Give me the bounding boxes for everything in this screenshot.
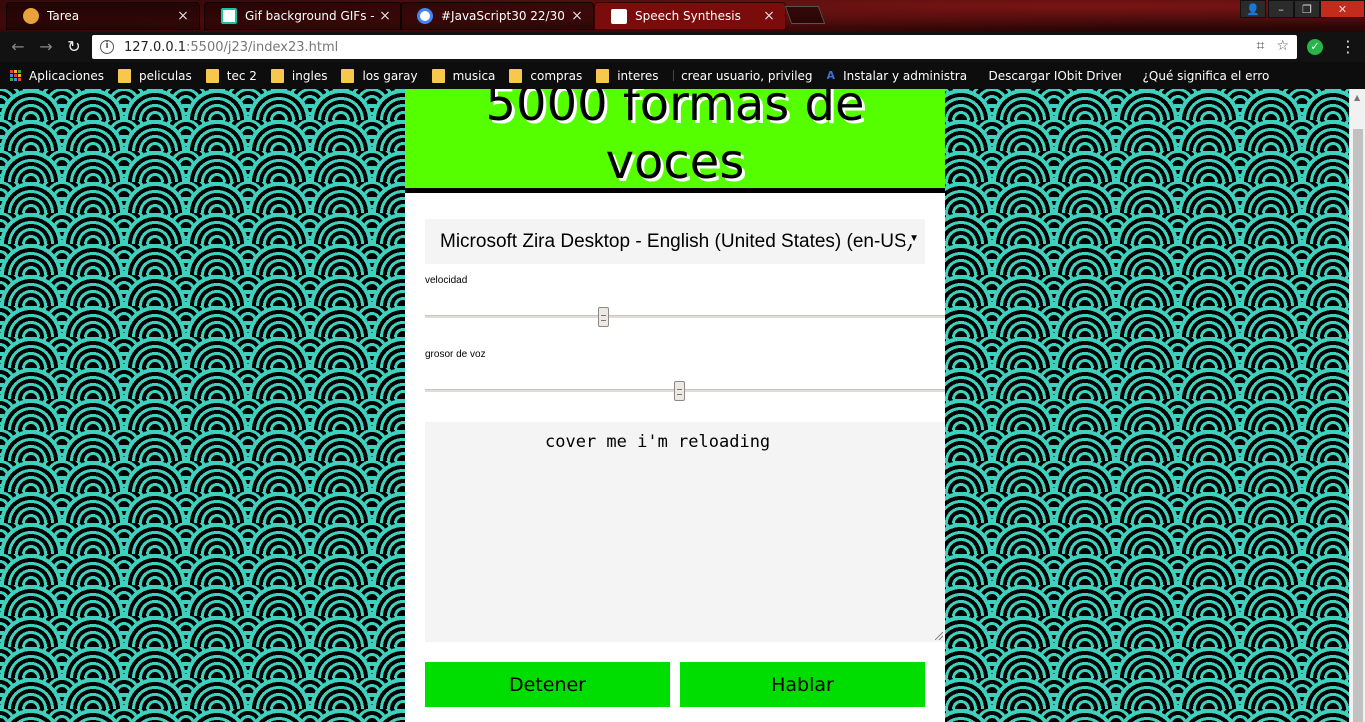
pitch-slider-thumb[interactable]: [674, 381, 685, 401]
bookmark-crear-usuario[interactable]: crear usuario, privileg: [672, 68, 813, 83]
folder-icon: [270, 68, 284, 83]
folder-icon: [596, 68, 610, 83]
page-scrollbar[interactable]: ▲: [1349, 89, 1365, 722]
close-tab-icon[interactable]: ×: [569, 8, 585, 24]
browser-toolbar: ← → ↻ i 127.0.0.1:5500/j23/index23.html …: [0, 32, 1365, 62]
tab-title: Gif background GIFs - Fin: [245, 9, 377, 23]
close-tab-icon[interactable]: ×: [377, 8, 393, 24]
folder-icon: [341, 68, 355, 83]
document-icon: [611, 8, 627, 24]
bookmark-musica[interactable]: musica: [431, 68, 496, 83]
site-icon: A: [826, 68, 836, 82]
page-icon: [221, 8, 237, 24]
voice-select-value: Microsoft Zira Desktop - English (United…: [440, 230, 914, 252]
scrollbar-thumb[interactable]: [1353, 129, 1363, 722]
rate-label: velocidad: [425, 275, 468, 286]
resize-grip-icon[interactable]: [935, 632, 943, 640]
extension-check-icon[interactable]: ✓: [1307, 39, 1323, 55]
bookmark-label: Instalar y administrar: [843, 68, 967, 83]
bookmark-label: los garay: [362, 68, 418, 83]
bookmark-que-significa[interactable]: ¿Qué significa el error: [1135, 69, 1270, 83]
scroll-up-icon[interactable]: ▲: [1354, 93, 1360, 102]
bookmark-ingles[interactable]: ingles: [270, 68, 328, 83]
bookmark-tec2[interactable]: tec 2: [205, 68, 257, 83]
speech-text-input[interactable]: cover me i'm reloading: [425, 422, 945, 642]
translate-icon[interactable]: ⌗: [1257, 38, 1265, 54]
bookmark-label: tec 2: [226, 68, 257, 83]
speech-card: 5000 formas de voces Microsoft Zira Desk…: [405, 89, 945, 722]
bookmark-apps[interactable]: Aplicaciones: [10, 69, 104, 83]
tab-title: Tarea: [47, 9, 80, 23]
bookmark-label: ¿Qué significa el error: [1142, 68, 1270, 83]
folder-icon: [205, 68, 219, 83]
rate-slider-track: [425, 315, 945, 318]
minimize-icon[interactable]: –: [1268, 0, 1294, 18]
forward-arrow-icon[interactable]: →: [36, 37, 56, 57]
folder-icon: [117, 68, 131, 83]
bookmark-label: compras: [530, 68, 583, 83]
bookmark-los-garay[interactable]: los garay: [341, 68, 418, 83]
bookmark-label: musica: [452, 68, 496, 83]
close-tab-icon[interactable]: ×: [175, 8, 191, 24]
google-icon: [417, 8, 433, 24]
bookmark-label: interes: [617, 68, 659, 83]
bookmark-label: crear usuario, privileg: [681, 68, 813, 83]
star-icon[interactable]: ☆: [1276, 38, 1289, 54]
page-header: 5000 formas de voces: [405, 89, 945, 193]
bookmark-label: ingles: [291, 68, 328, 83]
tab-tarea[interactable]: Tarea ×: [6, 2, 200, 30]
tab-strip: Tarea × Gif background GIFs - Fin × #Jav…: [0, 0, 1365, 32]
dropdown-arrow-icon: ▼: [905, 233, 919, 244]
folder-icon: [509, 68, 523, 83]
close-window-icon[interactable]: ✕: [1320, 0, 1365, 18]
rate-slider[interactable]: [425, 307, 945, 327]
tab-title: #JavaScript30 22/30 - Bu: [441, 9, 569, 23]
bookmark-descargar-iobit[interactable]: Descargar IObit Driver: [981, 69, 1121, 83]
restore-icon[interactable]: ❐: [1294, 0, 1320, 18]
apps-icon: [10, 70, 21, 81]
bookmark-label: Descargar IObit Driver: [988, 68, 1121, 83]
bookmark-compras[interactable]: compras: [509, 68, 583, 83]
stop-button[interactable]: Detener: [425, 662, 670, 707]
tab-title: Speech Synthesis: [635, 9, 741, 23]
page-title-line1: 5000 formas de: [485, 89, 865, 132]
bookmark-label: peliculas: [138, 68, 192, 83]
page-title-line2: voces: [605, 134, 745, 190]
speech-text-value: cover me i'm reloading: [545, 432, 771, 452]
pitch-label: grosor de voz: [425, 349, 486, 360]
tab-javascript30[interactable]: #JavaScript30 22/30 - Bu ×: [400, 2, 594, 30]
close-tab-icon[interactable]: ×: [761, 8, 777, 24]
folder-icon: [431, 68, 445, 83]
rate-slider-thumb[interactable]: [598, 307, 609, 327]
speak-button[interactable]: Hablar: [680, 662, 925, 707]
youtube-icon: [672, 70, 674, 81]
tab-speech-synthesis[interactable]: Speech Synthesis ×: [594, 2, 786, 30]
reload-icon[interactable]: ↻: [64, 37, 84, 57]
page-background: 5000 formas de voces Microsoft Zira Desk…: [0, 89, 1349, 722]
tab-gif-background[interactable]: Gif background GIFs - Fin ×: [204, 2, 402, 30]
bookmark-interes[interactable]: interes: [596, 68, 659, 83]
profile-icon[interactable]: 👤: [1240, 0, 1266, 18]
bookmark-instalar[interactable]: A Instalar y administrar: [827, 69, 967, 83]
address-bar[interactable]: i 127.0.0.1:5500/j23/index23.html ⌗ ☆: [92, 35, 1297, 59]
new-tab-button[interactable]: [784, 6, 826, 24]
firefox-icon: [23, 8, 39, 24]
pitch-slider[interactable]: [425, 381, 945, 401]
bookmark-peliculas[interactable]: peliculas: [117, 68, 192, 83]
page-title: 5000 formas de voces: [405, 89, 945, 190]
bookmark-label: Aplicaciones: [29, 68, 104, 83]
bookmarks-bar: Aplicaciones peliculas tec 2 ingles los …: [0, 62, 1365, 89]
voice-select[interactable]: Microsoft Zira Desktop - English (United…: [425, 219, 925, 264]
pitch-slider-track: [425, 389, 945, 392]
back-arrow-icon[interactable]: ←: [8, 37, 28, 57]
address-path: :5500/j23/index23.html: [186, 39, 339, 55]
menu-dots-icon[interactable]: ⋮: [1340, 37, 1356, 56]
info-icon[interactable]: i: [100, 40, 114, 54]
address-host: 127.0.0.1: [124, 39, 187, 55]
